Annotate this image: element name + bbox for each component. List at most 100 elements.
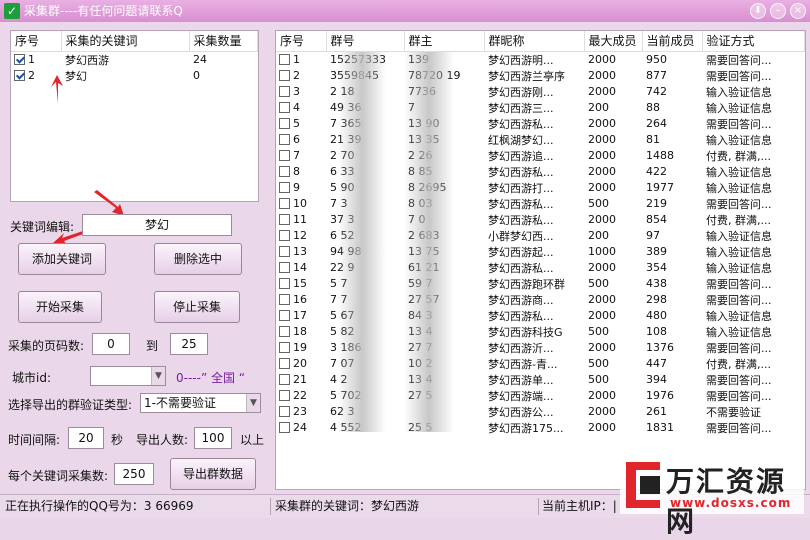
app-icon: ✓	[4, 3, 20, 19]
row-max-members: 2000	[588, 293, 616, 306]
verify-type-label: 选择导出的群验证类型:	[8, 398, 133, 412]
row-checkbox[interactable]	[279, 70, 290, 81]
interval-label: 时间间隔:	[8, 433, 61, 447]
row-checkbox[interactable]	[14, 70, 25, 81]
delete-selected-button[interactable]: 删除选中	[154, 243, 242, 275]
row-checkbox[interactable]	[279, 134, 290, 145]
row-seq: 2	[28, 69, 35, 82]
row-verify: 输入验证信息	[706, 229, 772, 243]
status-separator	[538, 498, 539, 515]
row-seq: 21	[293, 373, 307, 386]
row-seq: 15	[293, 277, 307, 290]
row-checkbox[interactable]	[279, 118, 290, 129]
row-checkbox[interactable]	[279, 54, 290, 65]
row-checkbox[interactable]	[279, 374, 290, 385]
start-collect-button[interactable]: 开始采集	[18, 291, 102, 323]
row-max-members: 200	[588, 101, 609, 114]
add-keyword-button[interactable]: 添加关键词	[18, 243, 106, 275]
row-group-name: 梦幻西游追...	[488, 149, 554, 163]
keyword-edit-label: 关键词编辑:	[10, 220, 75, 234]
page-from-input[interactable]: 0	[92, 333, 130, 355]
row-checkbox[interactable]	[279, 326, 290, 337]
row-checkbox[interactable]	[279, 310, 290, 321]
row-checkbox[interactable]	[279, 278, 290, 289]
city-hint: 0----” 全国 “	[176, 371, 246, 385]
page-to-input[interactable]: 25	[170, 333, 208, 355]
row-checkbox[interactable]	[279, 198, 290, 209]
row-group-name: 梦幻西游打...	[488, 181, 554, 195]
row-keyword: 梦幻	[65, 69, 87, 83]
col-header-count[interactable]: 采集数量	[189, 31, 258, 52]
keyword-edit-input[interactable]: 梦幻	[82, 214, 232, 236]
row-checkbox[interactable]	[279, 246, 290, 257]
col-header-max-members[interactable]: 最大成员	[584, 31, 643, 52]
export-count-input[interactable]: 100	[194, 427, 232, 449]
row-checkbox[interactable]	[279, 262, 290, 273]
row-max-members: 2000	[588, 309, 616, 322]
row-seq: 24	[293, 421, 307, 434]
row-checkbox[interactable]	[279, 230, 290, 241]
interval-input[interactable]: 20	[68, 427, 104, 449]
row-max-members: 2000	[588, 389, 616, 402]
row-group-name: 梦幻西游科技G	[488, 325, 563, 339]
chevron-down-icon: ▼	[246, 394, 260, 412]
row-checkbox[interactable]	[279, 406, 290, 417]
window-title: 采集群----有任何问题请联系Q	[24, 4, 183, 18]
row-current-members: 854	[646, 213, 667, 226]
row-verify: 需要回答问...	[706, 117, 772, 131]
verify-type-select[interactable]: 1-不需要验证 ▼	[140, 393, 261, 413]
row-checkbox[interactable]	[279, 102, 290, 113]
col-header-group-name[interactable]: 群昵称	[484, 31, 585, 52]
keyword-row[interactable]: 1 梦幻西游 24	[11, 51, 258, 68]
row-seq: 14	[293, 261, 307, 274]
row-verify: 需要回答问...	[706, 277, 772, 291]
city-select[interactable]: ▼	[90, 366, 166, 386]
stop-collect-button[interactable]: 停止采集	[154, 291, 240, 323]
help-button[interactable]: ⬇	[750, 3, 766, 19]
row-checkbox[interactable]	[279, 166, 290, 177]
row-checkbox[interactable]	[279, 214, 290, 225]
col-header-keyword[interactable]: 采集的关键词	[61, 31, 190, 52]
col-header-verify[interactable]: 验证方式	[702, 31, 805, 52]
col-header-seq[interactable]: 序号	[11, 31, 62, 52]
col-header-owner[interactable]: 群主	[404, 31, 485, 52]
row-checkbox[interactable]	[279, 294, 290, 305]
row-current-members: 1488	[646, 149, 674, 162]
row-current-members: 447	[646, 357, 667, 370]
row-group-name: 梦幻西游端...	[488, 389, 554, 403]
col-header-group-id[interactable]: 群号	[326, 31, 405, 52]
row-current-members: 81	[646, 133, 660, 146]
row-group-name: 梦幻西游跑环群	[488, 277, 565, 291]
row-checkbox[interactable]	[279, 150, 290, 161]
minimize-button[interactable]: –	[770, 3, 786, 19]
row-checkbox[interactable]	[14, 54, 25, 65]
row-max-members: 2000	[588, 149, 616, 162]
row-checkbox[interactable]	[279, 358, 290, 369]
row-verify: 需要回答问...	[706, 69, 772, 83]
per-keyword-input[interactable]: 250	[114, 463, 154, 485]
row-checkbox[interactable]	[279, 422, 290, 433]
row-verify: 需要回答问...	[706, 389, 772, 403]
row-verify: 输入验证信息	[706, 133, 772, 147]
export-button[interactable]: 导出群数据	[170, 458, 256, 490]
row-checkbox[interactable]	[279, 390, 290, 401]
col-header-current-members[interactable]: 当前成员	[642, 31, 703, 52]
row-current-members: 742	[646, 85, 667, 98]
row-seq: 2	[293, 69, 300, 82]
close-button[interactable]: ×	[790, 3, 806, 19]
row-verify: 付费, 群满,...	[706, 357, 771, 371]
col-header-seq[interactable]: 序号	[276, 31, 327, 52]
row-max-members: 2000	[588, 165, 616, 178]
row-max-members: 2000	[588, 341, 616, 354]
page-range-label: 采集的页码数:	[8, 339, 85, 353]
row-current-members: 264	[646, 117, 667, 130]
row-current-members: 261	[646, 405, 667, 418]
row-max-members: 2000	[588, 53, 616, 66]
row-current-members: 422	[646, 165, 667, 178]
row-checkbox[interactable]	[279, 342, 290, 353]
row-current-members: 108	[646, 325, 667, 338]
keyword-list: 序号 采集的关键词 采集数量 1 梦幻西游 24 2 梦幻 0	[10, 30, 259, 202]
row-checkbox[interactable]	[279, 86, 290, 97]
row-checkbox[interactable]	[279, 182, 290, 193]
row-verify: 输入验证信息	[706, 101, 772, 115]
